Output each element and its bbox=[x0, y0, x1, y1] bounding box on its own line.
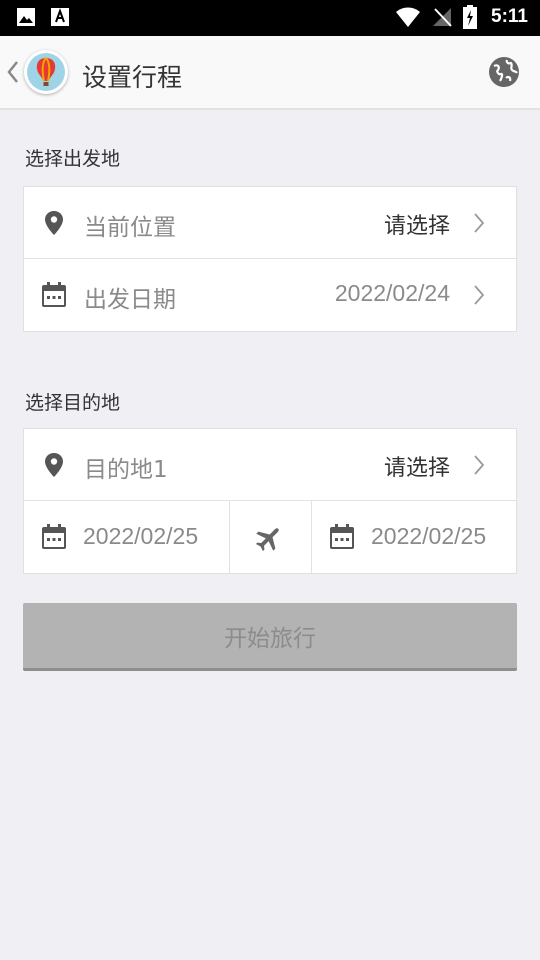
hot-air-balloon-icon bbox=[24, 50, 68, 94]
departure-date-row[interactable]: 出发日期 2022/02/24 bbox=[24, 259, 516, 331]
calendar-icon bbox=[328, 523, 356, 551]
battery-charging-icon bbox=[463, 5, 478, 29]
location-pin-icon bbox=[40, 451, 68, 479]
location-label: 当前位置 bbox=[84, 215, 176, 241]
status-time: 5:11 bbox=[491, 6, 528, 27]
departure-location-row[interactable]: 当前位置 请选择 bbox=[24, 187, 516, 259]
end-date-picker[interactable]: 2022/02/25 bbox=[312, 501, 517, 573]
departure-date-value: 2022/02/24 bbox=[334, 280, 450, 306]
airplane-icon bbox=[255, 528, 279, 552]
app-bar: 设置行程 bbox=[0, 36, 540, 110]
page-title: 设置行程 bbox=[82, 63, 183, 92]
location-pin-icon bbox=[40, 209, 68, 237]
chevron-right-icon bbox=[474, 455, 485, 475]
destination-section-label: 选择目的地 bbox=[25, 392, 121, 414]
status-bar: 5:11 bbox=[0, 0, 540, 36]
departure-date-label: 出发日期 bbox=[84, 287, 176, 313]
travel-dates-row: 2022/02/25 2022/02/25 bbox=[24, 501, 516, 573]
calendar-icon bbox=[40, 281, 68, 309]
start-date-value: 2022/02/25 bbox=[83, 523, 199, 549]
divider bbox=[229, 501, 230, 573]
chevron-right-icon bbox=[474, 213, 485, 233]
image-notification-icon bbox=[17, 8, 35, 26]
chevron-right-icon bbox=[474, 285, 485, 305]
departure-section-label: 选择出发地 bbox=[25, 148, 121, 170]
no-signal-icon bbox=[433, 8, 452, 27]
start-date-picker[interactable]: 2022/02/25 bbox=[24, 501, 229, 573]
font-notification-icon bbox=[51, 8, 69, 26]
location-value: 请选择 bbox=[383, 214, 450, 239]
calendar-icon bbox=[40, 523, 68, 551]
destination-label: 目的地1 bbox=[84, 457, 168, 483]
destination-row[interactable]: 目的地1 请选择 bbox=[24, 429, 516, 501]
chevron-left-icon[interactable] bbox=[4, 58, 22, 86]
destination-card: 目的地1 请选择 2022/02/25 2022/02/25 bbox=[23, 428, 517, 574]
destination-value: 请选择 bbox=[383, 456, 450, 481]
wifi-icon bbox=[396, 7, 421, 27]
globe-icon[interactable] bbox=[488, 56, 520, 88]
departure-card: 当前位置 请选择 出发日期 2022/02/24 bbox=[23, 186, 517, 332]
start-travel-button[interactable]: 开始旅行 bbox=[23, 603, 517, 671]
end-date-value: 2022/02/25 bbox=[371, 523, 487, 549]
